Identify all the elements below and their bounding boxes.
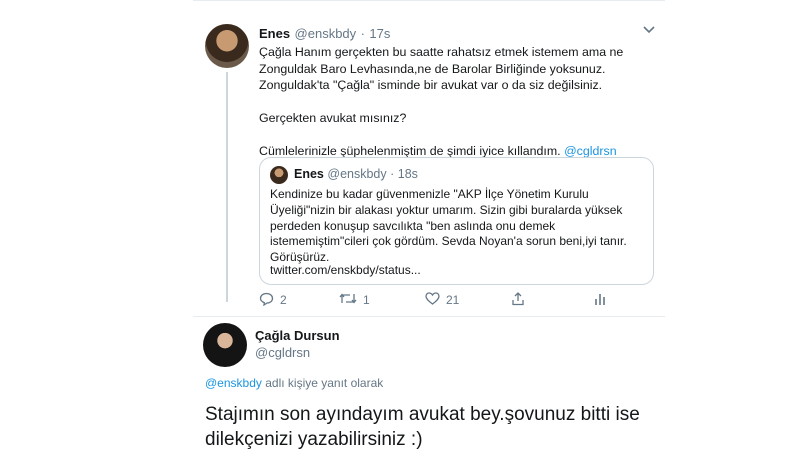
divider (193, 316, 665, 317)
tweet-header: Enes @enskbdy · 17s (259, 25, 390, 43)
author-handle[interactable]: @enskbdy (295, 26, 357, 41)
quoted-author-name: Enes (294, 167, 324, 181)
analytics-button[interactable] (594, 292, 606, 308)
retweet-button[interactable]: 1 (339, 292, 370, 307)
heart-icon (425, 292, 440, 307)
quoted-tweet[interactable]: Enes @enskbdy · 18s Kendinize bu kadar g… (259, 157, 654, 285)
tweet-paragraph: Çağla Hanım gerçekten bu saatte rahatsız… (259, 45, 624, 92)
tweet-paragraph: Gerçekten avukat mısınız? (259, 111, 407, 125)
replying-to: @enskbdy adlı kişiye yanıt olarak (205, 376, 383, 390)
tweet-paragraph-text: Cümlelerinizle şüphelenmiştim de şimdi i… (259, 144, 565, 158)
quoted-author-handle: @enskbdy (327, 167, 387, 181)
replying-text: adlı kişiye yanıt olarak (261, 376, 384, 390)
quoted-link[interactable]: twitter.com/enskbdy/status... (270, 263, 421, 277)
like-button[interactable]: 21 (425, 292, 459, 307)
separator-dot: · (390, 167, 395, 181)
author-name[interactable]: Enes (259, 26, 290, 41)
reply-button[interactable]: 2 (259, 292, 287, 308)
share-icon (511, 292, 525, 308)
quoted-avatar (270, 166, 288, 184)
quoted-header: Enes @enskbdy · 18s (294, 167, 418, 181)
reply-text: Stajımın son ayındayım avukat bey.şovunu… (205, 404, 640, 450)
reply-author-handle[interactable]: @cgldrsn (255, 345, 310, 360)
timeline-column: Enes @enskbdy · 17s Çağla Hanım gerçekte… (193, 0, 665, 463)
reply-count: 2 (280, 293, 287, 307)
replying-mention[interactable]: @enskbdy (205, 376, 262, 390)
tweet-actions: 2 1 21 (249, 292, 649, 310)
tweet-time[interactable]: 17s (369, 26, 390, 41)
chevron-down-icon[interactable] (643, 22, 655, 37)
reply-icon (259, 292, 274, 308)
reply-author-name[interactable]: Çağla Dursun (255, 328, 340, 343)
avatar[interactable] (205, 24, 249, 68)
like-count: 21 (446, 292, 460, 307)
share-button[interactable] (511, 292, 525, 308)
thread-line (226, 72, 228, 302)
separator-dot: · (360, 26, 365, 41)
retweet-count: 1 (363, 292, 370, 307)
analytics-icon (594, 292, 606, 308)
divider (193, 0, 665, 1)
avatar[interactable] (203, 323, 247, 367)
mention-link[interactable]: @cgldrsn (564, 144, 617, 158)
retweet-icon (339, 292, 357, 307)
quoted-time: 18s (397, 167, 418, 181)
quoted-text: Kendinize bu kadar güvenmenizle "AKP İlç… (270, 187, 627, 265)
